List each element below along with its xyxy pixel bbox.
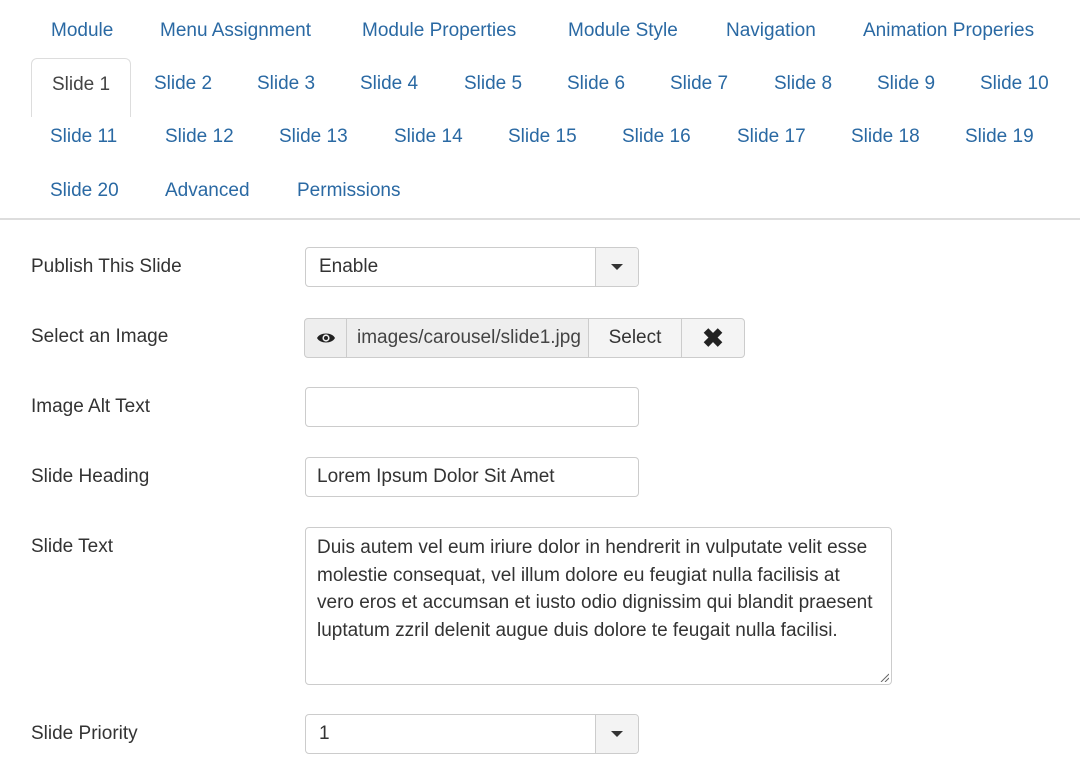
tab-slide-19[interactable]: Slide 19 — [965, 110, 1034, 164]
heading-label: Slide Heading — [31, 466, 150, 487]
tab-animation-properies[interactable]: Animation Properies — [863, 4, 1034, 58]
slide-text-value: Duis autem vel eum iriure dolor in hendr… — [317, 537, 873, 641]
tab-menu-assignment[interactable]: Menu Assignment — [160, 4, 311, 58]
tab-slide-16[interactable]: Slide 16 — [622, 110, 691, 164]
tab-permissions[interactable]: Permissions — [297, 164, 400, 218]
tab-slide-14[interactable]: Slide 14 — [394, 110, 463, 164]
tab-slide-4[interactable]: Slide 4 — [360, 57, 418, 111]
tab-slide-17[interactable]: Slide 17 — [737, 110, 806, 164]
alt-text-label: Image Alt Text — [31, 396, 150, 417]
priority-label: Slide Priority — [31, 723, 138, 744]
tab-navigation[interactable]: Navigation — [726, 4, 816, 58]
eye-icon — [317, 333, 335, 343]
tab-module-properties[interactable]: Module Properties — [362, 4, 516, 58]
tab-slide-10[interactable]: Slide 10 — [980, 57, 1049, 111]
image-label: Select an Image — [31, 326, 169, 347]
tab-module-style[interactable]: Module Style — [568, 4, 678, 58]
tab-slide-8[interactable]: Slide 8 — [774, 57, 832, 111]
tab-slide-2[interactable]: Slide 2 — [154, 57, 212, 111]
tab-bar: Module Menu Assignment Module Properties… — [0, 0, 1080, 220]
tab-slide-20[interactable]: Slide 20 — [50, 164, 119, 218]
tab-slide-15[interactable]: Slide 15 — [508, 110, 577, 164]
tab-slide-13[interactable]: Slide 13 — [279, 110, 348, 164]
tab-slide-6[interactable]: Slide 6 — [567, 57, 625, 111]
preview-button[interactable] — [304, 318, 347, 358]
image-picker: images/carousel/slide1.jpg Select ✖ — [304, 318, 745, 358]
publish-value: Enable — [319, 256, 379, 277]
alt-text-input[interactable] — [305, 387, 639, 427]
tab-slide-3[interactable]: Slide 3 — [257, 57, 315, 111]
priority-select[interactable]: 1 — [305, 714, 639, 754]
slide-text-textarea[interactable]: Duis autem vel eum iriure dolor in hendr… — [305, 527, 892, 685]
publish-label: Publish This Slide — [31, 256, 182, 277]
tab-slide-9[interactable]: Slide 9 — [877, 57, 935, 111]
tab-advanced[interactable]: Advanced — [165, 164, 250, 218]
close-icon: ✖ — [702, 323, 724, 353]
caret-down-icon — [611, 731, 623, 737]
tab-slide-11[interactable]: Slide 11 — [50, 110, 117, 164]
clear-image-button[interactable]: ✖ — [681, 318, 745, 358]
caret-down-icon — [611, 264, 623, 270]
tab-slide-18[interactable]: Slide 18 — [851, 110, 920, 164]
image-path-field: images/carousel/slide1.jpg — [346, 318, 589, 358]
select-image-button[interactable]: Select — [588, 318, 682, 358]
heading-input[interactable]: Lorem Ipsum Dolor Sit Amet — [305, 457, 639, 497]
tab-slide-5[interactable]: Slide 5 — [464, 57, 522, 111]
resize-handle-icon[interactable] — [879, 672, 889, 682]
tab-module[interactable]: Module — [51, 4, 113, 58]
publish-select[interactable]: Enable — [305, 247, 639, 287]
publish-dropdown-toggle[interactable] — [595, 248, 638, 286]
slide-text-label: Slide Text — [31, 536, 114, 557]
tab-slide-12[interactable]: Slide 12 — [165, 110, 234, 164]
tab-slide-7[interactable]: Slide 7 — [670, 57, 728, 111]
tab-slide-1[interactable]: Slide 1 — [31, 58, 132, 117]
priority-value: 1 — [319, 723, 330, 744]
priority-dropdown-toggle[interactable] — [595, 715, 638, 753]
